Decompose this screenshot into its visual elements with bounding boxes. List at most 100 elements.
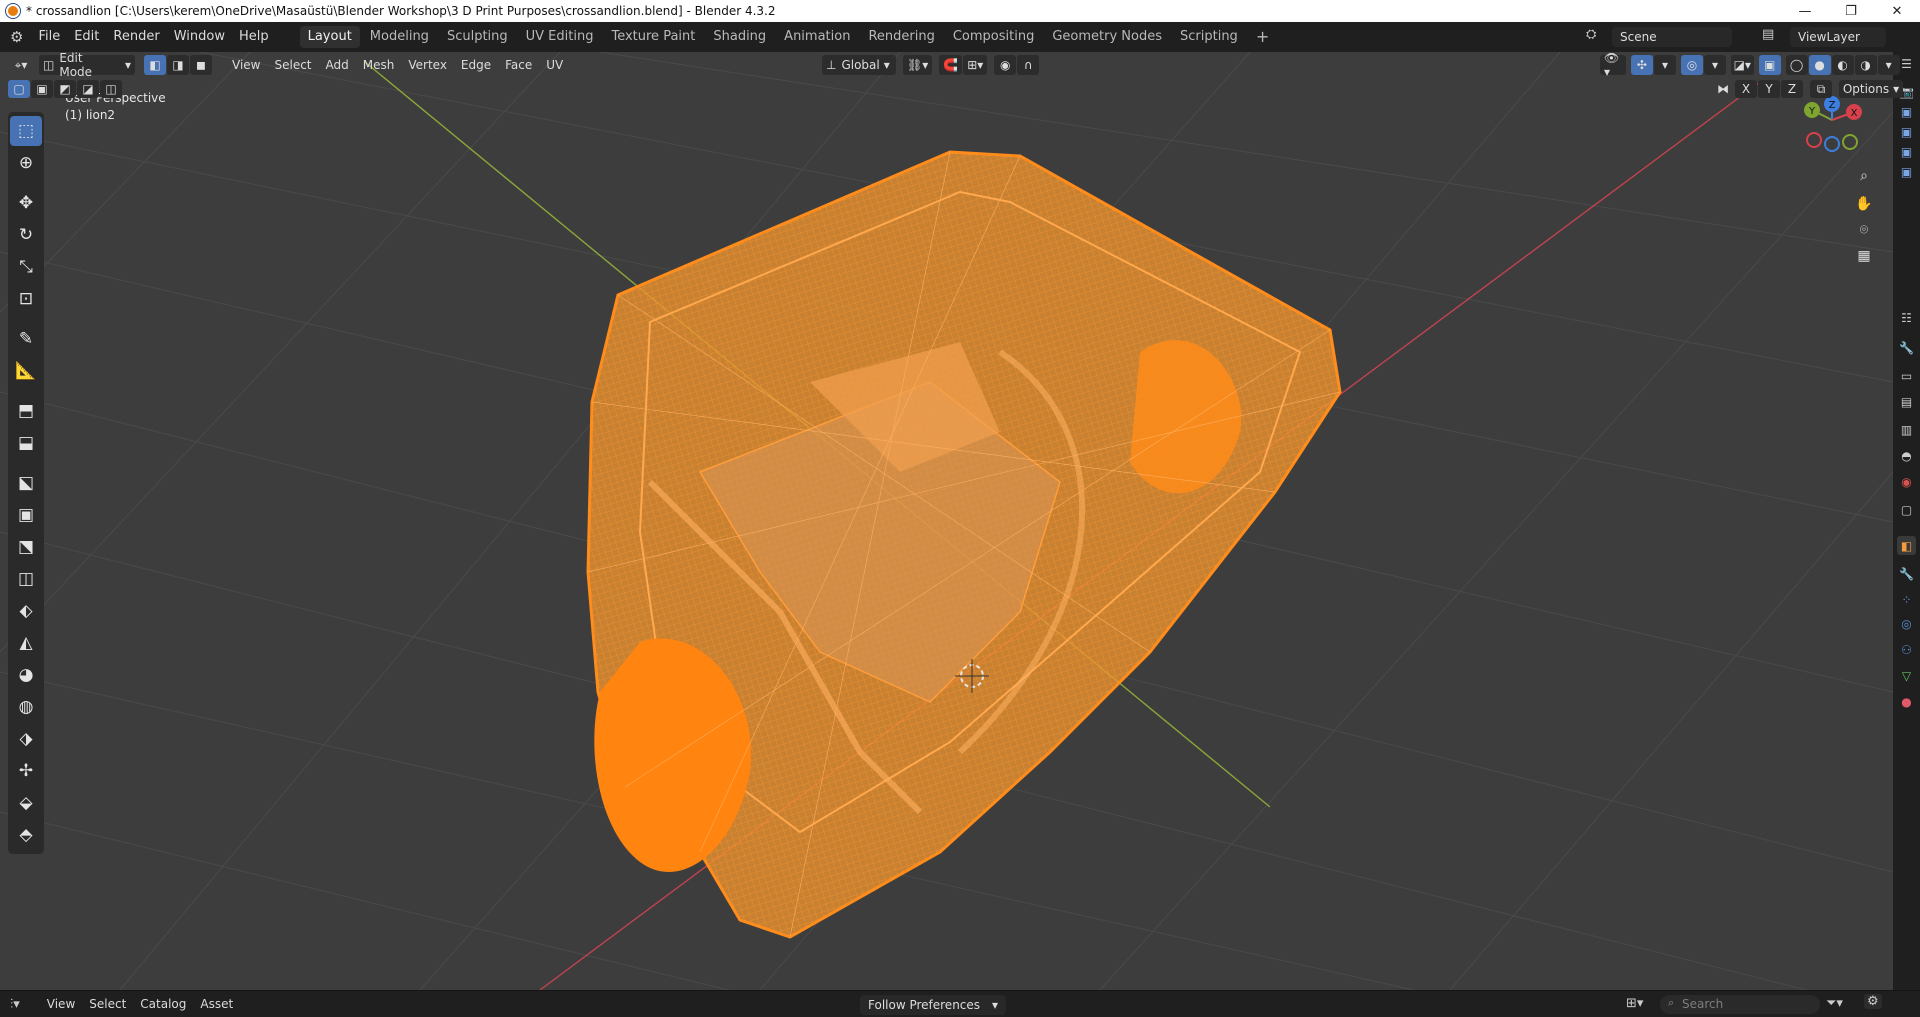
- mode-selector[interactable]: ◫ Edit Mode ▾: [39, 51, 135, 79]
- loop-cut-icon[interactable]: ⬔: [10, 532, 42, 562]
- menu-view[interactable]: View: [225, 58, 267, 72]
- edge-select-icon[interactable]: ◨: [167, 55, 189, 75]
- shrink-fatten-icon[interactable]: ⬗: [10, 724, 42, 754]
- render-icon[interactable]: ▭: [1897, 366, 1916, 385]
- menu-edge[interactable]: Edge: [454, 58, 498, 72]
- vertex-select-icon[interactable]: ◧: [144, 55, 166, 75]
- asset-menu-catalog[interactable]: Catalog: [133, 997, 193, 1011]
- pivot-point-icon[interactable]: ⛓▾: [903, 55, 933, 75]
- collection-visible-icon[interactable]: ▣: [1897, 102, 1916, 121]
- add-workspace-button[interactable]: +: [1248, 26, 1277, 48]
- shear-icon[interactable]: ✢: [10, 756, 42, 786]
- overlay-toggle-icon[interactable]: ◎: [1680, 55, 1703, 75]
- menu-vertex[interactable]: Vertex: [401, 58, 454, 72]
- menu-select[interactable]: Select: [267, 58, 318, 72]
- display-mode-icon[interactable]: ⊞▾: [1626, 996, 1643, 1011]
- solid-shading-icon[interactable]: ●: [1808, 55, 1831, 75]
- tab-animation[interactable]: Animation: [776, 26, 858, 48]
- mirror-icon[interactable]: ⧓: [1712, 80, 1734, 98]
- menu-window[interactable]: Window: [167, 22, 232, 52]
- particles-icon[interactable]: ⁘: [1897, 590, 1916, 609]
- physics-icon[interactable]: ◎: [1897, 614, 1916, 633]
- add-cube-icon[interactable]: ⬒: [10, 396, 42, 426]
- transform-orientation-selector[interactable]: ⊥ Global ▾: [822, 55, 896, 75]
- mirror-z-toggle[interactable]: Z: [1781, 80, 1803, 98]
- tab-uv-editing[interactable]: UV Editing: [518, 26, 602, 48]
- menu-render[interactable]: Render: [106, 22, 166, 52]
- menu-edit[interactable]: Edit: [67, 22, 106, 52]
- asset-menu-asset[interactable]: Asset: [193, 997, 240, 1011]
- collection-visible-icon-2[interactable]: ▣: [1897, 122, 1916, 141]
- measure-icon[interactable]: 📐: [10, 356, 42, 386]
- menu-add[interactable]: Add: [319, 58, 356, 72]
- spin-icon[interactable]: ◭: [10, 628, 42, 658]
- tab-texture-paint[interactable]: Texture Paint: [603, 26, 703, 48]
- constraints-icon[interactable]: ⚇: [1897, 640, 1916, 659]
- rip-region-icon[interactable]: ⬙: [10, 788, 42, 818]
- select-intersect-icon[interactable]: ◫: [100, 80, 122, 98]
- close-button[interactable]: ✕: [1874, 0, 1920, 22]
- overlay-dropdown-icon[interactable]: ▾: [1703, 55, 1726, 75]
- asset-search-input[interactable]: Search: [1660, 995, 1820, 1014]
- snap-target-icon[interactable]: ⊞▾: [963, 55, 988, 75]
- object-icon[interactable]: ◧: [1897, 536, 1916, 555]
- zoom-icon[interactable]: ⌕: [1852, 164, 1876, 188]
- mesh-overlay-icon[interactable]: ◪▾: [1730, 55, 1754, 75]
- import-method-selector[interactable]: Follow Preferences ▾: [860, 995, 1006, 1015]
- snap-icon[interactable]: 🧲: [939, 55, 963, 75]
- mirror-x-toggle[interactable]: X: [1735, 80, 1757, 98]
- collection-visible-icon-4[interactable]: ▣: [1897, 162, 1916, 181]
- wireframe-shading-icon[interactable]: ◯: [1785, 55, 1808, 75]
- tool-icon[interactable]: 🔧: [1897, 338, 1916, 357]
- data-icon[interactable]: ▽: [1897, 666, 1916, 685]
- face-select-icon[interactable]: ◼: [190, 55, 212, 75]
- restore-button[interactable]: ❐: [1828, 0, 1874, 22]
- tab-shading[interactable]: Shading: [705, 26, 774, 48]
- scene-selector[interactable]: Scene: [1612, 27, 1732, 47]
- tab-scripting[interactable]: Scripting: [1172, 26, 1246, 48]
- editor-type-icon[interactable]: ⌖▾: [10, 55, 32, 75]
- world-icon[interactable]: ◉: [1897, 472, 1916, 491]
- tab-modeling[interactable]: Modeling: [362, 26, 437, 48]
- asset-menu-select[interactable]: Select: [82, 997, 133, 1011]
- properties-menu-icon[interactable]: ☷: [1897, 308, 1916, 327]
- perspective-grid-icon[interactable]: ▦: [1852, 244, 1876, 268]
- select-invert-icon[interactable]: ◪: [77, 80, 99, 98]
- collection-icon[interactable]: ▢: [1897, 500, 1916, 519]
- tab-geometry-nodes[interactable]: Geometry Nodes: [1044, 26, 1170, 48]
- edge-slide-icon[interactable]: ◍: [10, 692, 42, 722]
- options-dropdown[interactable]: Options ▾: [1839, 80, 1903, 98]
- annotate-icon[interactable]: ✎: [10, 324, 42, 354]
- gizmo-toggle-icon[interactable]: ✣: [1630, 55, 1653, 75]
- to-sphere-icon[interactable]: ⬘: [10, 820, 42, 850]
- tab-sculpting[interactable]: Sculpting: [439, 26, 516, 48]
- poly-build-icon[interactable]: ⬖: [10, 596, 42, 626]
- rendered-shading-icon[interactable]: ◑: [1854, 55, 1877, 75]
- menu-file[interactable]: File: [31, 22, 67, 52]
- pan-hand-icon[interactable]: ✋: [1852, 192, 1876, 216]
- tab-layout[interactable]: Layout: [299, 26, 360, 48]
- output-icon[interactable]: ▤: [1897, 392, 1916, 411]
- select-subtract-icon[interactable]: ◩: [54, 80, 76, 98]
- view-layer-icon[interactable]: ▥: [1897, 420, 1916, 439]
- mirror-y-toggle[interactable]: Y: [1758, 80, 1780, 98]
- bevel-icon[interactable]: ▣: [10, 500, 42, 530]
- asset-menu-view[interactable]: View: [40, 997, 82, 1011]
- view-layer-selector[interactable]: ViewLayer: [1790, 27, 1886, 47]
- falloff-icon[interactable]: ∩: [1017, 55, 1040, 75]
- transform-icon[interactable]: ⊡: [10, 284, 42, 314]
- auto-merge-icon[interactable]: ⧉: [1810, 80, 1832, 98]
- shading-dropdown-icon[interactable]: ▾: [1877, 55, 1900, 75]
- xray-toggle-icon[interactable]: ▣: [1758, 55, 1781, 75]
- camera-view-icon[interactable]: ⌾: [1852, 218, 1876, 242]
- select-extend-icon[interactable]: ▣: [31, 80, 53, 98]
- tab-rendering[interactable]: Rendering: [860, 26, 942, 48]
- blender-menu-icon[interactable]: ⚙: [10, 28, 23, 46]
- select-box-icon[interactable]: ⬚: [10, 116, 42, 146]
- menu-uv[interactable]: UV: [539, 58, 570, 72]
- visibility-icon[interactable]: 👁▾: [1600, 51, 1626, 79]
- gizmo-dropdown-icon[interactable]: ▾: [1653, 55, 1676, 75]
- move-icon[interactable]: ✥: [10, 188, 42, 218]
- menu-face[interactable]: Face: [498, 58, 539, 72]
- cursor-icon[interactable]: ⊕: [10, 148, 42, 178]
